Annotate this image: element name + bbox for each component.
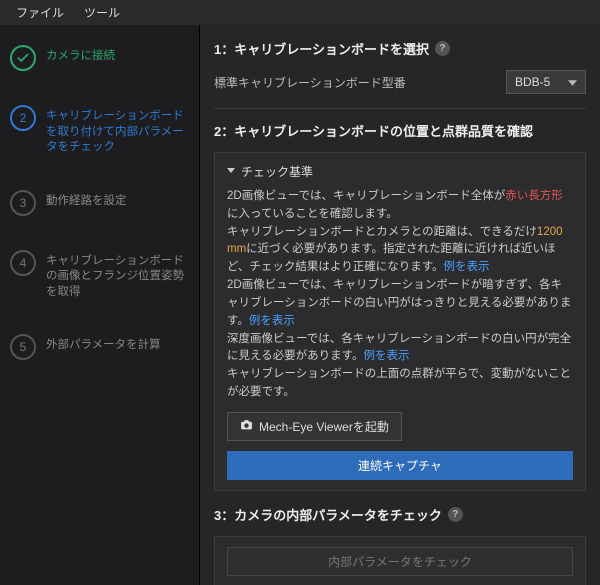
section-1-title: 1：キャリブレーションボードを選択 ? [214,39,586,58]
step-label: 動作経路を設定 [46,190,127,210]
step-5[interactable]: 5 外部パラメータを計算 [10,334,189,360]
step-1[interactable]: カメラに接続 [10,45,189,71]
step-label: キャリブレーションボードを取り付けて内部パラメータをチェック [46,105,189,156]
board-model-dropdown[interactable]: BDB-5 [506,70,586,94]
example-link-3[interactable]: 例を表示 [364,350,410,362]
caret-down-icon [227,168,235,173]
step-number: 2 [10,105,36,131]
step-2[interactable]: 2 キャリブレーションボードを取り付けて内部パラメータをチェック [10,105,189,156]
board-model-label: 標準キャリブレーションボード型番 [214,74,506,91]
step-label: 外部パラメータを計算 [46,334,161,354]
help-icon[interactable]: ? [448,507,463,522]
dropdown-value: BDB-5 [515,75,550,89]
step-number: 5 [10,334,36,360]
example-link-2[interactable]: 例を表示 [249,315,295,327]
step-label: カメラに接続 [46,45,115,65]
section-3-title: 3：カメラの内部パラメータをチェック ? [214,505,586,524]
mecheye-viewer-button[interactable]: Mech-Eye Viewerを起動 [227,412,402,441]
camera-icon [240,419,253,433]
step-label: キャリブレーションボードの画像とフランジ位置姿勢を取得 [46,250,189,301]
sidebar: カメラに接続 2 キャリブレーションボードを取り付けて内部パラメータをチェック … [0,25,200,585]
menu-file[interactable]: ファイル [6,2,74,23]
content-panel: 1：キャリブレーションボードを選択 ? 標準キャリブレーションボード型番 BDB… [200,25,600,585]
step-4[interactable]: 4 キャリブレーションボードの画像とフランジ位置姿勢を取得 [10,250,189,301]
check-intrinsic-button[interactable]: 内部パラメータをチェック [227,547,573,576]
menu-tools[interactable]: ツール [74,2,130,23]
step-number: 3 [10,190,36,216]
chevron-down-icon [568,75,577,89]
step-3[interactable]: 3 動作経路を設定 [10,190,189,216]
example-link-1[interactable]: 例を表示 [444,261,490,273]
criteria-box: チェック基準 2D画像ビューでは、キャリブレーションボード全体が赤い長方形に入っ… [214,152,586,491]
help-icon[interactable]: ? [435,41,450,56]
step-number: 4 [10,250,36,276]
section-2-title: 2：キャリブレーションボードの位置と点群品質を確認 [214,121,586,140]
continuous-capture-button[interactable]: 連続キャプチャ [227,451,573,480]
check-icon [10,45,36,71]
menubar: ファイル ツール [0,0,600,25]
criteria-body: 2D画像ビューでは、キャリブレーションボード全体が赤い長方形に入っていることを確… [227,188,573,402]
criteria-title[interactable]: チェック基準 [227,163,573,180]
